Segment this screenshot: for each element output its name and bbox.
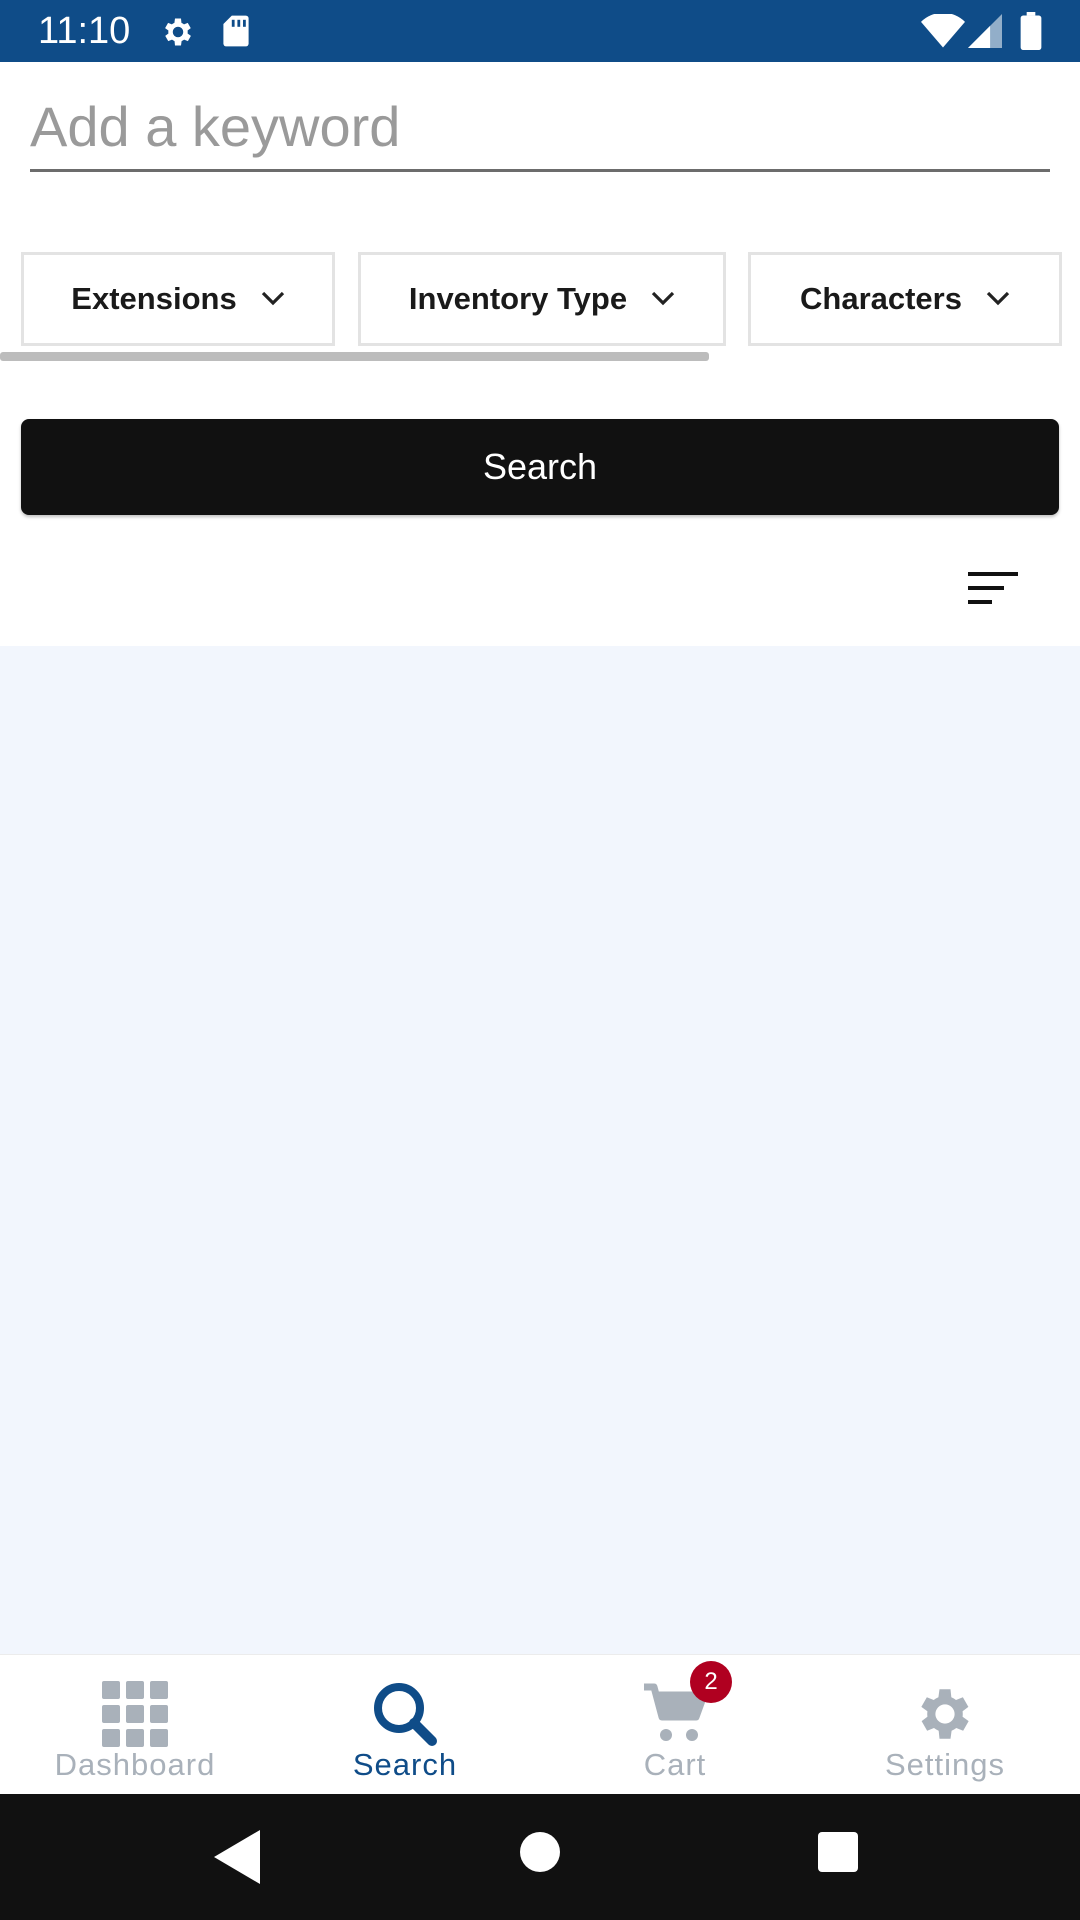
sort-icon[interactable]	[968, 570, 1018, 606]
nav-label: Cart	[643, 1747, 707, 1782]
sd-card-icon	[223, 15, 249, 47]
gear-icon	[165, 18, 191, 46]
nav-settings[interactable]: Settings	[810, 1655, 1080, 1795]
chevron-down-icon	[986, 291, 1010, 306]
signal-icon	[968, 14, 1002, 48]
keyword-input[interactable]	[30, 86, 1050, 166]
app-screen: 11:10 Extensions Invento	[0, 0, 1080, 1920]
search-button[interactable]: Search	[21, 419, 1059, 515]
results-area	[0, 646, 1080, 1654]
chevron-down-icon	[261, 291, 284, 306]
nav-label: Settings	[884, 1747, 1005, 1782]
filter-inventory-type[interactable]: Inventory Type	[358, 252, 726, 346]
recent-apps-icon[interactable]	[818, 1832, 858, 1872]
filter-extensions[interactable]: Extensions	[21, 252, 335, 346]
cart-badge: 2	[690, 1661, 732, 1703]
status-time: 11:10	[38, 10, 131, 52]
filter-characters[interactable]: Characters	[748, 252, 1062, 346]
status-bar: 11:10	[0, 0, 1080, 62]
nav-dashboard[interactable]: Dashboard	[0, 1655, 270, 1795]
bottom-navigation: Dashboard Search 2 Cart Settings	[0, 1654, 1080, 1794]
grid-icon	[102, 1681, 168, 1747]
chevron-down-icon	[651, 291, 675, 306]
filters-scrollbar[interactable]	[0, 352, 709, 361]
nav-label: Search	[352, 1747, 458, 1782]
wifi-icon	[921, 14, 965, 48]
gear-icon	[921, 1689, 969, 1739]
system-navigation-bar	[0, 1794, 1080, 1920]
filter-label: Inventory Type	[408, 281, 628, 316]
nav-label: Dashboard	[54, 1747, 216, 1782]
filter-label: Extensions	[71, 281, 237, 316]
filter-label: Characters	[800, 281, 962, 316]
battery-icon	[1020, 12, 1042, 50]
nav-search[interactable]: Search	[270, 1655, 540, 1795]
home-icon[interactable]	[520, 1832, 560, 1872]
search-icon	[374, 1683, 437, 1746]
keyword-field	[30, 86, 1050, 172]
nav-cart[interactable]: 2 Cart	[540, 1655, 810, 1795]
back-icon[interactable]	[214, 1830, 260, 1884]
